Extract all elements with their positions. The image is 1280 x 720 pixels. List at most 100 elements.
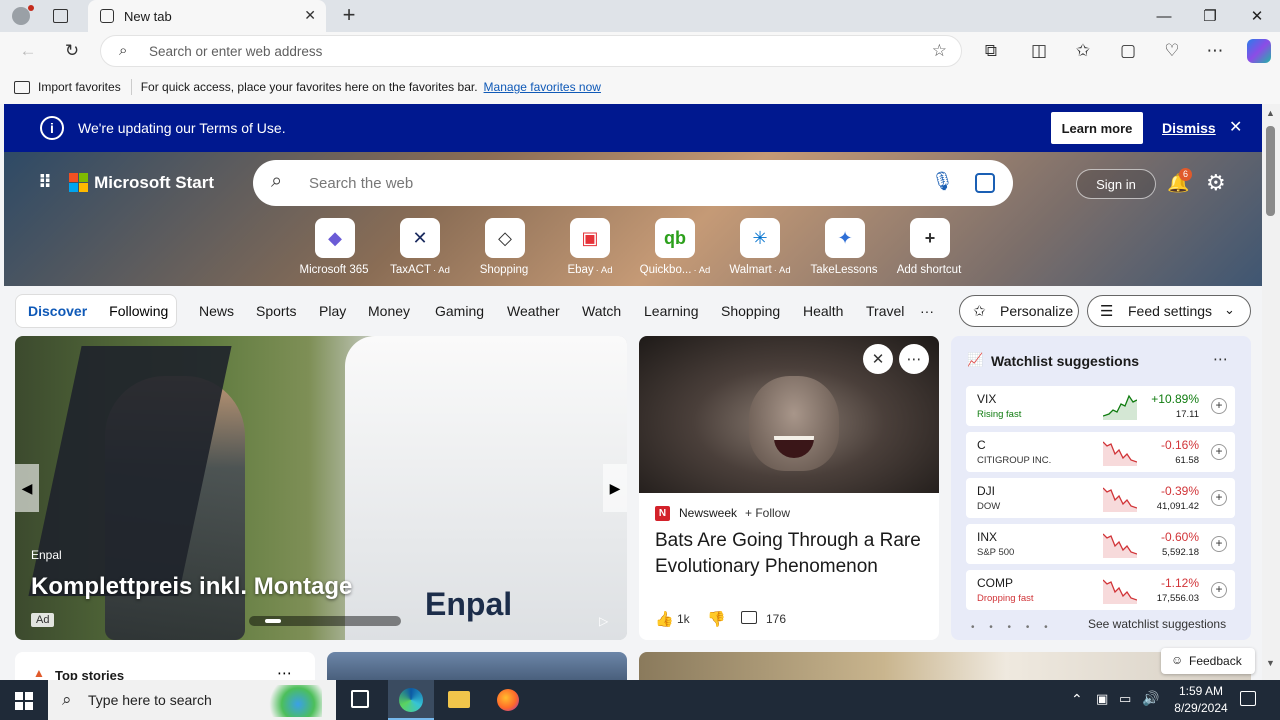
add-to-watchlist-button[interactable]: + bbox=[1211, 582, 1227, 598]
watchlist-pager-dots[interactable]: • • • • • bbox=[971, 622, 1054, 633]
restore-button[interactable]: ❐ bbox=[1187, 0, 1233, 32]
minimize-button[interactable]: — bbox=[1141, 0, 1187, 32]
volume-icon[interactable]: 🔊 bbox=[1142, 690, 1159, 707]
collections-icon[interactable]: ▢ bbox=[1117, 40, 1139, 62]
dislike-icon[interactable]: 👎 bbox=[707, 610, 726, 628]
nav-item-money[interactable]: Money bbox=[368, 303, 410, 319]
page-scrollbar[interactable]: ▲ ▼ bbox=[1262, 104, 1280, 680]
show-hidden-icons-chevron[interactable]: ⌃ bbox=[1071, 691, 1083, 708]
watchlist-row-dji[interactable]: DJI DOW -0.39% 41,091.42 + bbox=[966, 478, 1235, 518]
add-to-watchlist-button[interactable]: + bbox=[1211, 444, 1227, 460]
shortcut-walmart[interactable]: ✳ Walmart · Ad bbox=[718, 218, 802, 276]
like-icon[interactable]: 👍 bbox=[655, 610, 674, 628]
favorites-icon[interactable]: ✩ bbox=[1072, 40, 1094, 62]
taskbar-search-box[interactable]: ⌕ Type here to search bbox=[48, 680, 336, 720]
top-stories-more-icon[interactable]: ⋯ bbox=[277, 664, 292, 680]
visual-search-icon[interactable] bbox=[975, 173, 995, 193]
settings-menu-icon[interactable]: ⋯ bbox=[1204, 40, 1226, 62]
network-icon[interactable]: ▭ bbox=[1119, 691, 1131, 707]
shortcut-plus[interactable]: + Add shortcut bbox=[888, 218, 972, 276]
web-search-box[interactable]: ⌕ Search the web 🎙 bbox=[253, 160, 1013, 206]
page-settings-gear-icon[interactable]: ⚙ bbox=[1206, 170, 1226, 196]
add-to-watchlist-button[interactable]: + bbox=[1211, 536, 1227, 552]
manage-favorites-link[interactable]: Manage favorites now bbox=[484, 80, 601, 94]
clock-date[interactable]: 8/29/2024 bbox=[1166, 701, 1236, 715]
story-card-image[interactable] bbox=[327, 652, 627, 680]
scroll-up-arrow-icon[interactable]: ▲ bbox=[1266, 108, 1275, 118]
device-icon[interactable]: ▣ bbox=[1096, 691, 1108, 707]
watchlist-more-button[interactable]: ⋯ bbox=[1213, 350, 1228, 368]
edge-taskbar-icon[interactable] bbox=[388, 680, 434, 720]
back-icon[interactable]: ← bbox=[17, 40, 39, 62]
tab-following[interactable]: Following bbox=[109, 303, 168, 319]
nav-item-travel[interactable]: Travel bbox=[866, 303, 904, 319]
tab-actions-icon[interactable] bbox=[53, 9, 68, 23]
file-explorer-icon[interactable] bbox=[448, 691, 470, 708]
nav-item-shopping[interactable]: Shopping bbox=[721, 303, 780, 319]
watchlist-row-inx[interactable]: INX S&P 500 -0.60% 5,592.18 + bbox=[966, 524, 1235, 564]
extensions-icon[interactable]: ⧉ bbox=[980, 40, 1002, 62]
news-source[interactable]: Newsweek bbox=[679, 506, 737, 520]
hide-story-button[interactable]: ✕ bbox=[863, 344, 893, 374]
app-launcher-icon[interactable]: ⠿ bbox=[38, 172, 52, 193]
nav-item-news[interactable]: News bbox=[199, 303, 234, 319]
nav-item-gaming[interactable]: Gaming bbox=[435, 303, 484, 319]
story-card-image-wide[interactable] bbox=[639, 652, 1251, 680]
hero-title[interactable]: Komplettpreis inkl. Montage bbox=[31, 573, 352, 601]
profile-icon[interactable] bbox=[12, 7, 30, 25]
notification-center-icon[interactable] bbox=[1240, 691, 1256, 706]
address-bar[interactable]: ⌕ Search or enter web address ☆ bbox=[100, 35, 962, 67]
split-screen-icon[interactable]: ◫ bbox=[1028, 40, 1050, 62]
import-favorites-button[interactable]: Import favorites bbox=[38, 80, 121, 94]
import-favorites-icon[interactable] bbox=[14, 80, 30, 94]
hero-ad-card[interactable]: Enpal ◀ ▶ Enpal Komplettpreis inkl. Mont… bbox=[15, 336, 627, 640]
news-title[interactable]: Bats Are Going Through a Rare Evolutiona… bbox=[655, 528, 925, 580]
shortcut-takelessons[interactable]: ✦ TakeLessons bbox=[803, 218, 887, 276]
browser-essentials-icon[interactable]: ♡ bbox=[1161, 40, 1183, 62]
clock-time[interactable]: 1:59 AM bbox=[1172, 684, 1230, 698]
personalize-button[interactable]: ✩ Personalize bbox=[959, 295, 1079, 327]
close-window-button[interactable]: ✕ bbox=[1234, 0, 1280, 32]
windows-start-icon[interactable] bbox=[15, 692, 33, 710]
nav-item-weather[interactable]: Weather bbox=[507, 303, 560, 319]
add-to-watchlist-button[interactable]: + bbox=[1211, 490, 1227, 506]
dismiss-link[interactable]: Dismiss bbox=[1162, 120, 1216, 136]
microsoft-start-brand[interactable]: ⠿ Microsoft Start bbox=[38, 172, 214, 193]
tab-new-tab[interactable]: New tab ✕ bbox=[88, 0, 326, 32]
more-options-button[interactable]: ⋯ bbox=[899, 344, 929, 374]
nav-item-learning[interactable]: Learning bbox=[644, 303, 699, 319]
task-view-icon[interactable] bbox=[351, 690, 369, 708]
feed-settings-button[interactable]: ☰ Feed settings ⌄ bbox=[1087, 295, 1251, 327]
learn-more-button[interactable]: Learn more bbox=[1051, 112, 1143, 144]
close-tab-icon[interactable]: ✕ bbox=[304, 7, 316, 24]
add-to-watchlist-button[interactable]: + bbox=[1211, 398, 1227, 414]
nav-item-play[interactable]: Play bbox=[319, 303, 346, 319]
tab-discover[interactable]: Discover bbox=[28, 303, 87, 319]
watchlist-row-c[interactable]: C CITIGROUP INC. -0.16% 61.58 + bbox=[966, 432, 1235, 472]
carousel-prev-button[interactable]: ◀ bbox=[15, 464, 39, 512]
comment-icon[interactable] bbox=[741, 611, 757, 624]
ad-choices-icon[interactable]: ▷ bbox=[599, 614, 608, 628]
favorite-star-icon[interactable]: ☆ bbox=[932, 41, 947, 61]
more-categories-button[interactable]: ··· bbox=[920, 303, 934, 319]
scrollbar-thumb[interactable] bbox=[1266, 126, 1275, 216]
copilot-icon[interactable] bbox=[1247, 39, 1271, 63]
close-banner-icon[interactable]: ✕ bbox=[1229, 117, 1242, 137]
shortcut-quickbooks[interactable]: qb Quickbo... · Ad bbox=[633, 218, 717, 276]
shortcut-microsoft-365[interactable]: ◆ Microsoft 365 bbox=[293, 218, 377, 276]
nav-item-watch[interactable]: Watch bbox=[582, 303, 621, 319]
sign-in-button[interactable]: Sign in bbox=[1076, 169, 1156, 199]
shortcut-shopping-tag[interactable]: ◇ Shopping bbox=[463, 218, 547, 276]
see-watchlist-link[interactable]: See watchlist suggestions bbox=[1088, 617, 1226, 631]
feedback-button[interactable]: ☺ Feedback bbox=[1161, 648, 1255, 674]
carousel-next-button[interactable]: ▶ bbox=[603, 464, 627, 512]
follow-button[interactable]: + Follow bbox=[745, 506, 790, 520]
shortcut-taxact[interactable]: ✕ TaxACT · Ad bbox=[378, 218, 462, 276]
nav-item-health[interactable]: Health bbox=[803, 303, 843, 319]
watchlist-row-vix[interactable]: VIX Rising fast +10.89% 17.11 + bbox=[966, 386, 1235, 426]
news-card[interactable]: ✕ ⋯ N Newsweek + Follow Bats Are Going T… bbox=[639, 336, 939, 640]
new-tab-button[interactable]: + bbox=[338, 3, 360, 27]
shortcut-ebay[interactable]: ▣ Ebay · Ad bbox=[548, 218, 632, 276]
scroll-down-arrow-icon[interactable]: ▼ bbox=[1266, 658, 1275, 668]
firefox-icon[interactable] bbox=[497, 689, 519, 711]
